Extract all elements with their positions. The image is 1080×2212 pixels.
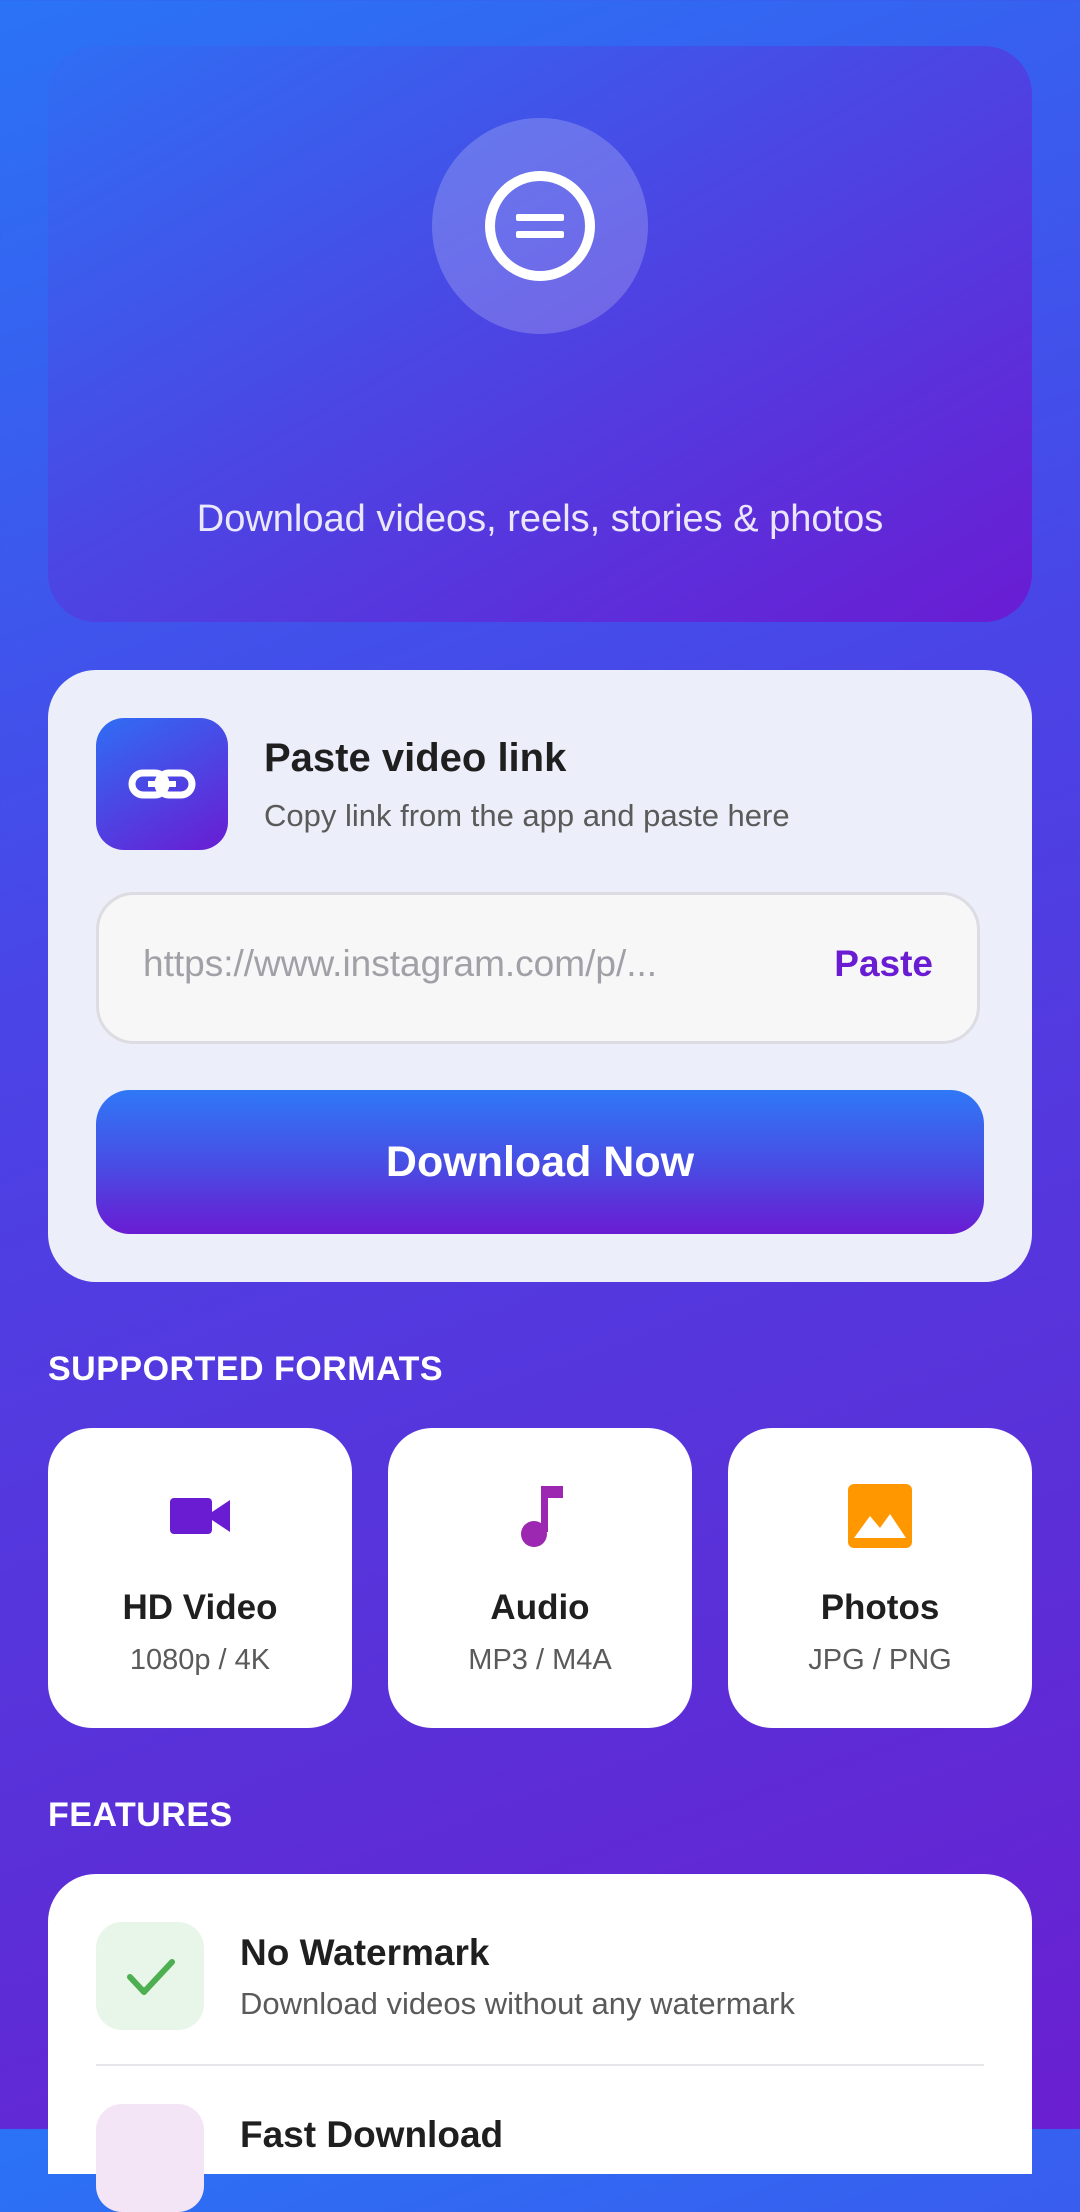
video-camera-icon [170, 1498, 230, 1534]
format-title: HD Video [122, 1588, 278, 1627]
format-card-video[interactable]: HD Video 1080p / 4K [48, 1428, 352, 1728]
section-heading-features: FEATURES [48, 1796, 233, 1834]
features-card: No Watermark Download videos without any… [48, 1874, 1032, 2212]
url-field-container: Paste [96, 892, 980, 1044]
section-heading-formats: SUPPORTED FORMATS [48, 1350, 444, 1388]
feature-subtitle: Download videos without any watermark [240, 1986, 795, 2021]
url-input[interactable] [143, 943, 783, 985]
format-subtitle: MP3 / M4A [468, 1644, 612, 1676]
music-note-icon [521, 1486, 563, 1547]
feature-title: Fast Download [240, 2114, 504, 2155]
format-card-audio[interactable]: Audio MP3 / M4A [388, 1428, 692, 1728]
checkmark-icon [96, 1922, 204, 2030]
format-subtitle: JPG / PNG [808, 1644, 952, 1676]
hero-banner: Download videos, reels, stories & photos [48, 46, 1032, 622]
card-title: Paste video link [264, 736, 567, 780]
link-icon [96, 718, 228, 850]
download-now-button[interactable]: Download Now [96, 1090, 984, 1234]
hero-subtitle: Download videos, reels, stories & photos [196, 498, 884, 540]
paste-button[interactable]: Paste [834, 943, 933, 985]
app-logo-icon [432, 118, 648, 334]
card-subtitle: Copy link from the app and paste here [264, 798, 790, 833]
format-title: Audio [490, 1588, 590, 1627]
format-card-photos[interactable]: Photos JPG / PNG [728, 1428, 1032, 1728]
divider [96, 2064, 984, 2066]
format-subtitle: 1080p / 4K [129, 1644, 271, 1676]
download-card: Paste video link Copy link from the app … [48, 670, 1032, 1282]
bolt-icon [96, 2104, 204, 2212]
image-icon [848, 1484, 912, 1548]
format-title: Photos [820, 1588, 940, 1627]
feature-title: No Watermark [240, 1932, 490, 1973]
